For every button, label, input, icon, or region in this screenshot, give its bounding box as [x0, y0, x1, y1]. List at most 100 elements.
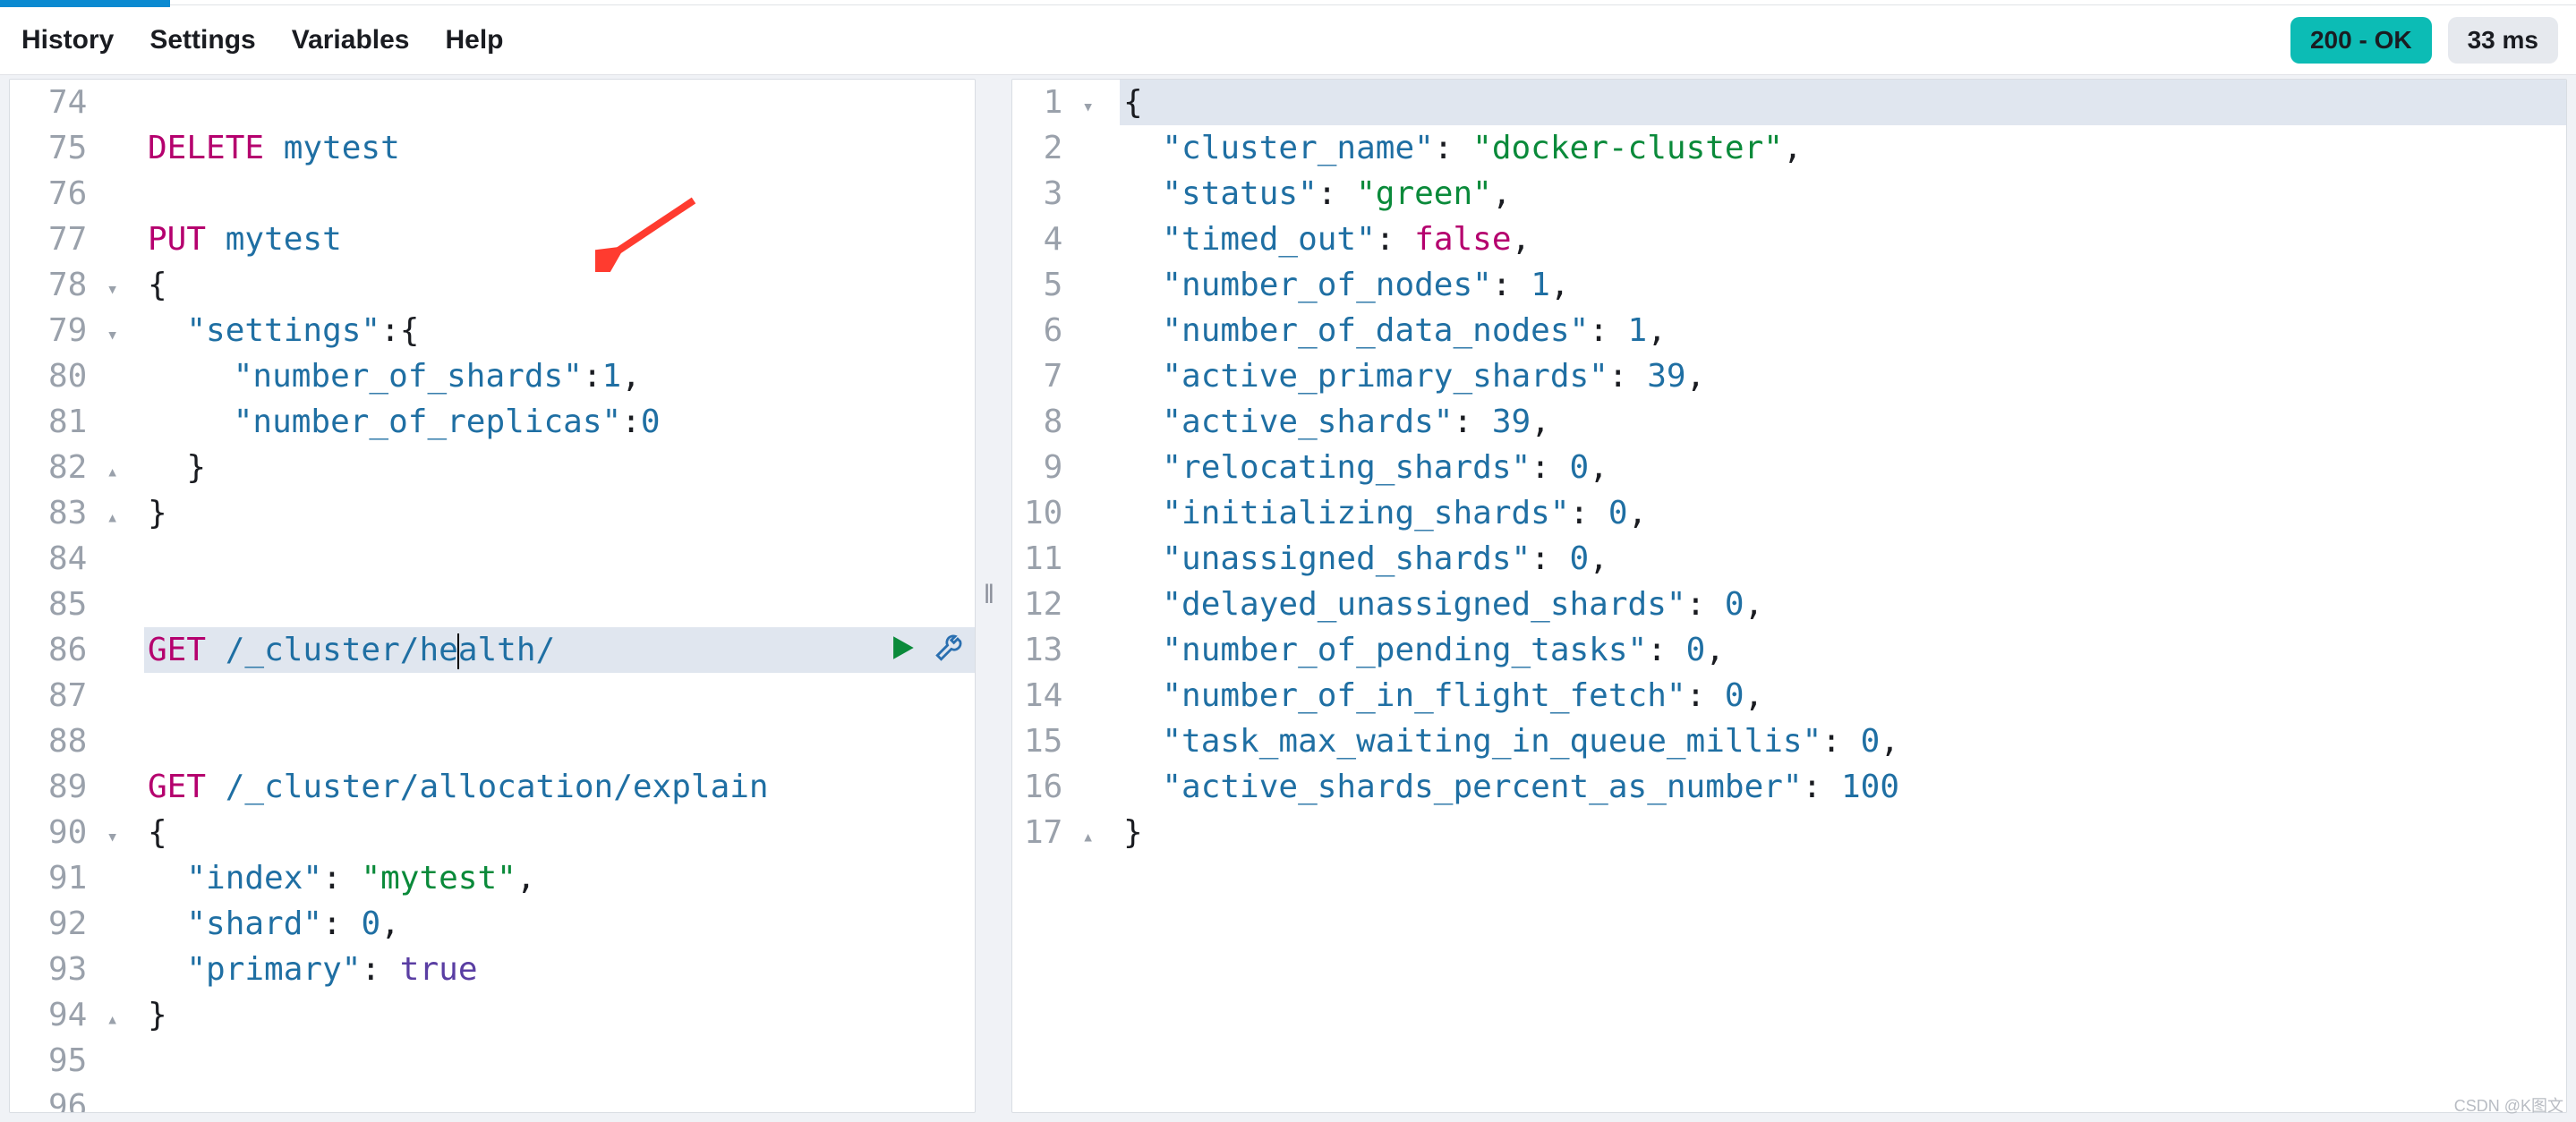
- code-line[interactable]: 11 "unassigned_shards": 0,: [1012, 536, 2566, 582]
- line-number: 7: [1012, 353, 1120, 399]
- code-content[interactable]: "timed_out": false,: [1120, 217, 2566, 262]
- line-number: 75: [10, 125, 144, 171]
- code-line[interactable]: 78 ▾{: [10, 262, 975, 308]
- menu-bar: History Settings Variables Help: [21, 25, 504, 55]
- code-content[interactable]: "number_of_nodes": 1,: [1120, 262, 2566, 308]
- code-content[interactable]: }: [144, 490, 975, 536]
- code-content[interactable]: {: [144, 810, 975, 855]
- code-line[interactable]: 88: [10, 718, 975, 764]
- code-content[interactable]: "status": "green",: [1120, 171, 2566, 217]
- code-line[interactable]: 80 "number_of_shards":1,: [10, 353, 975, 399]
- line-number: 4: [1012, 217, 1120, 262]
- menu-variables[interactable]: Variables: [292, 25, 410, 55]
- code-content[interactable]: "unassigned_shards": 0,: [1120, 536, 2566, 582]
- code-content[interactable]: PUT mytest: [144, 217, 975, 262]
- code-content[interactable]: {: [144, 262, 975, 308]
- code-content[interactable]: "primary": true: [144, 947, 975, 992]
- code-content[interactable]: "number_of_pending_tasks": 0,: [1120, 627, 2566, 673]
- code-content[interactable]: "number_of_shards":1,: [144, 353, 975, 399]
- line-number: 5: [1012, 262, 1120, 308]
- code-line[interactable]: 14 "number_of_in_flight_fetch": 0,: [1012, 673, 2566, 718]
- code-line[interactable]: 16 "active_shards_percent_as_number": 10…: [1012, 764, 2566, 810]
- code-line[interactable]: 94 ▴}: [10, 992, 975, 1038]
- code-content[interactable]: "initializing_shards": 0,: [1120, 490, 2566, 536]
- http-status-badge: 200 - OK: [2290, 17, 2432, 64]
- code-line[interactable]: 15 "task_max_waiting_in_queue_millis": 0…: [1012, 718, 2566, 764]
- code-line[interactable]: 95: [10, 1038, 975, 1084]
- menu-help[interactable]: Help: [445, 25, 503, 55]
- code-line[interactable]: 84: [10, 536, 975, 582]
- code-line[interactable]: 91 "index": "mytest",: [10, 855, 975, 901]
- code-content[interactable]: "active_primary_shards": 39,: [1120, 353, 2566, 399]
- code-line[interactable]: 83 ▴}: [10, 490, 975, 536]
- code-line[interactable]: 10 "initializing_shards": 0,: [1012, 490, 2566, 536]
- code-line[interactable]: 13 "number_of_pending_tasks": 0,: [1012, 627, 2566, 673]
- code-line[interactable]: 81 "number_of_replicas":0: [10, 399, 975, 445]
- code-line[interactable]: 82 ▴ }: [10, 445, 975, 490]
- menu-settings[interactable]: Settings: [149, 25, 255, 55]
- code-content[interactable]: {: [1120, 80, 2566, 125]
- code-line[interactable]: 87: [10, 673, 975, 718]
- pane-splitter[interactable]: ‖: [976, 79, 1002, 1113]
- code-line[interactable]: 5 "number_of_nodes": 1,: [1012, 262, 2566, 308]
- code-line[interactable]: 1 ▾{: [1012, 80, 2566, 125]
- line-number: 8: [1012, 399, 1120, 445]
- line-number: 86: [10, 627, 144, 673]
- code-content[interactable]: GET /_cluster/allocation/explain: [144, 764, 975, 810]
- code-line[interactable]: 76: [10, 171, 975, 217]
- request-editor[interactable]: 74 75 DELETE mytest76 77 PUT mytest78 ▾{…: [9, 79, 976, 1113]
- code-line[interactable]: 4 "timed_out": false,: [1012, 217, 2566, 262]
- line-number: 14: [1012, 673, 1120, 718]
- code-line[interactable]: 77 PUT mytest: [10, 217, 975, 262]
- code-line[interactable]: 90 ▾{: [10, 810, 975, 855]
- code-content[interactable]: GET /_cluster/health/: [144, 627, 975, 673]
- code-content[interactable]: "shard": 0,: [144, 901, 975, 947]
- code-line[interactable]: 79 ▾ "settings":{: [10, 308, 975, 353]
- code-line[interactable]: 86 GET /_cluster/health/: [10, 627, 975, 673]
- code-line[interactable]: 75 DELETE mytest: [10, 125, 975, 171]
- code-line[interactable]: 9 "relocating_shards": 0,: [1012, 445, 2566, 490]
- line-number: 6: [1012, 308, 1120, 353]
- code-content[interactable]: "relocating_shards": 0,: [1120, 445, 2566, 490]
- line-number: 79 ▾: [10, 308, 144, 353]
- code-content[interactable]: }: [144, 445, 975, 490]
- code-line[interactable]: 74: [10, 80, 975, 125]
- code-line[interactable]: 6 "number_of_data_nodes": 1,: [1012, 308, 2566, 353]
- code-content[interactable]: "active_shards_percent_as_number": 100: [1120, 764, 2566, 810]
- code-line[interactable]: 8 "active_shards": 39,: [1012, 399, 2566, 445]
- code-content[interactable]: "settings":{: [144, 308, 975, 353]
- line-number: 11: [1012, 536, 1120, 582]
- line-number: 90 ▾: [10, 810, 144, 855]
- response-viewer[interactable]: 1 ▾{2 "cluster_name": "docker-cluster",3…: [1011, 79, 2567, 1113]
- active-tab-indicator: [0, 0, 170, 7]
- code-line[interactable]: 96: [10, 1084, 975, 1113]
- run-icon[interactable]: [887, 633, 917, 663]
- code-line[interactable]: 89 GET /_cluster/allocation/explain: [10, 764, 975, 810]
- code-content[interactable]: "index": "mytest",: [144, 855, 975, 901]
- code-content[interactable]: }: [144, 992, 975, 1038]
- text-cursor: [457, 633, 459, 669]
- code-content[interactable]: "delayed_unassigned_shards": 0,: [1120, 582, 2566, 627]
- code-line[interactable]: 85: [10, 582, 975, 627]
- code-content[interactable]: "number_of_data_nodes": 1,: [1120, 308, 2566, 353]
- code-line[interactable]: 92 "shard": 0,: [10, 901, 975, 947]
- code-content[interactable]: DELETE mytest: [144, 125, 975, 171]
- line-number: 16: [1012, 764, 1120, 810]
- code-content[interactable]: "task_max_waiting_in_queue_millis": 0,: [1120, 718, 2566, 764]
- code-content[interactable]: }: [1120, 810, 2566, 855]
- line-number: 3: [1012, 171, 1120, 217]
- code-content[interactable]: "number_of_in_flight_fetch": 0,: [1120, 673, 2566, 718]
- code-line[interactable]: 3 "status": "green",: [1012, 171, 2566, 217]
- code-line[interactable]: 12 "delayed_unassigned_shards": 0,: [1012, 582, 2566, 627]
- watermark: CSDN @K图文: [2454, 1093, 2563, 1117]
- code-content[interactable]: "number_of_replicas":0: [144, 399, 975, 445]
- menu-history[interactable]: History: [21, 25, 114, 55]
- wrench-icon[interactable]: [934, 633, 964, 663]
- code-line[interactable]: 17 ▴}: [1012, 810, 2566, 855]
- code-line[interactable]: 2 "cluster_name": "docker-cluster",: [1012, 125, 2566, 171]
- code-line[interactable]: 93 "primary": true: [10, 947, 975, 992]
- code-content[interactable]: "active_shards": 39,: [1120, 399, 2566, 445]
- code-line[interactable]: 7 "active_primary_shards": 39,: [1012, 353, 2566, 399]
- line-number: 1 ▾: [1012, 80, 1120, 125]
- code-content[interactable]: "cluster_name": "docker-cluster",: [1120, 125, 2566, 171]
